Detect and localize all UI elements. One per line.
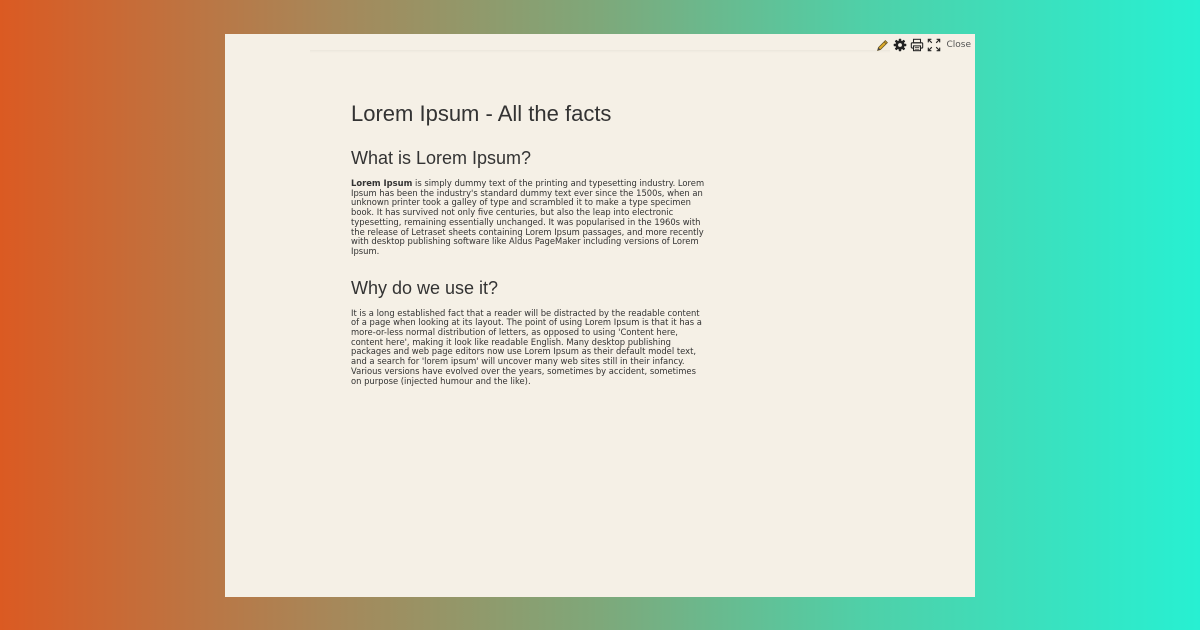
pencil-icon [877, 39, 889, 51]
article-title: Lorem Ipsum - All the facts [351, 101, 612, 126]
section-paragraph-why-use: It is a long established fact that a rea… [351, 307, 702, 386]
print-button[interactable] [909, 38, 924, 53]
paragraph-body: is simply dummy text of the printing and… [351, 178, 705, 256]
close-button[interactable]: Close [946, 38, 971, 53]
section-heading-what-is: What is Lorem Ipsum? [351, 148, 532, 168]
expand-icon [927, 38, 941, 52]
reader-toolbar: Close [875, 36, 971, 54]
fullscreen-button[interactable] [926, 38, 941, 53]
settings-button[interactable] [892, 38, 907, 53]
toolbar-divider [310, 50, 890, 53]
printer-icon [910, 38, 924, 52]
reader-window: Close Lorem Ipsum - All the facts What i… [225, 34, 975, 597]
section-heading-why-use: Why do we use it? [351, 277, 499, 298]
lead-bold-term: Lorem Ipsum [351, 178, 413, 188]
section-paragraph-what-is: Lorem Ipsum is simply dummy text of the … [351, 178, 707, 257]
article-content: Lorem Ipsum - All the facts What is Lore… [351, 100, 707, 386]
highlight-button[interactable] [875, 38, 890, 53]
gear-icon [893, 38, 907, 52]
